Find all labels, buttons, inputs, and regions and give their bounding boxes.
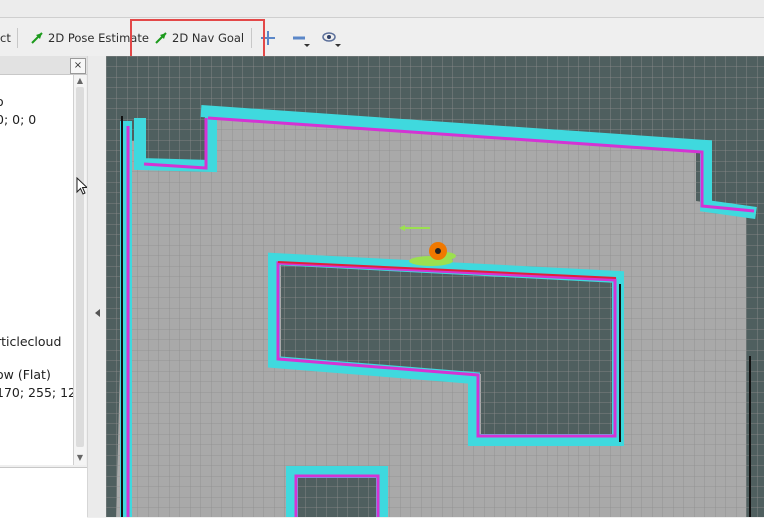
tool-select-label: ct — [0, 31, 11, 45]
toolbar-separator — [17, 28, 18, 48]
displays-panel: × o 0; 0; 0 rticlecloud ow (Flat) 170; 2… — [0, 56, 87, 518]
properties-pane — [0, 467, 87, 518]
close-panel-button[interactable]: × — [70, 58, 86, 74]
map-render-view[interactable] — [106, 56, 764, 517]
tree-row: 170; 255; 127 — [0, 385, 73, 400]
window-titlebar — [0, 0, 764, 18]
vertical-scrollbar[interactable]: ▲ ▼ — [73, 75, 86, 465]
tree-row: rticlecloud — [0, 334, 62, 349]
tool-2d-nav-goal-label: 2D Nav Goal — [172, 31, 245, 45]
tool-2d-pose-estimate-label: 2D Pose Estimate — [48, 31, 149, 45]
toolbar-separator — [251, 28, 252, 48]
displays-tree[interactable]: o 0; 0; 0 rticlecloud ow (Flat) 170; 255… — [0, 75, 73, 465]
move-camera-icon[interactable] — [258, 27, 288, 49]
panel-header: × — [0, 56, 87, 75]
nav-goal-arrow-icon — [155, 32, 167, 44]
scrollbar-thumb[interactable] — [76, 87, 84, 447]
tool-bar: ct 2D Pose Estimate 2D Nav Goal — [0, 18, 764, 57]
pose-arrow-icon — [31, 32, 43, 44]
scroll-down-icon[interactable]: ▼ — [75, 453, 85, 463]
occupancy-map — [106, 56, 764, 517]
panel-splitter[interactable] — [87, 56, 107, 517]
tree-row: 0; 0; 0 — [0, 112, 37, 127]
scroll-up-icon[interactable]: ▲ — [75, 76, 85, 86]
view-eye-icon[interactable] — [320, 27, 350, 49]
tree-row: ow (Flat) — [0, 367, 51, 382]
zoom-out-icon[interactable] — [290, 27, 320, 49]
tree-row: o — [0, 94, 4, 109]
robot-center — [435, 248, 441, 254]
collapse-arrow-icon[interactable] — [95, 309, 100, 317]
